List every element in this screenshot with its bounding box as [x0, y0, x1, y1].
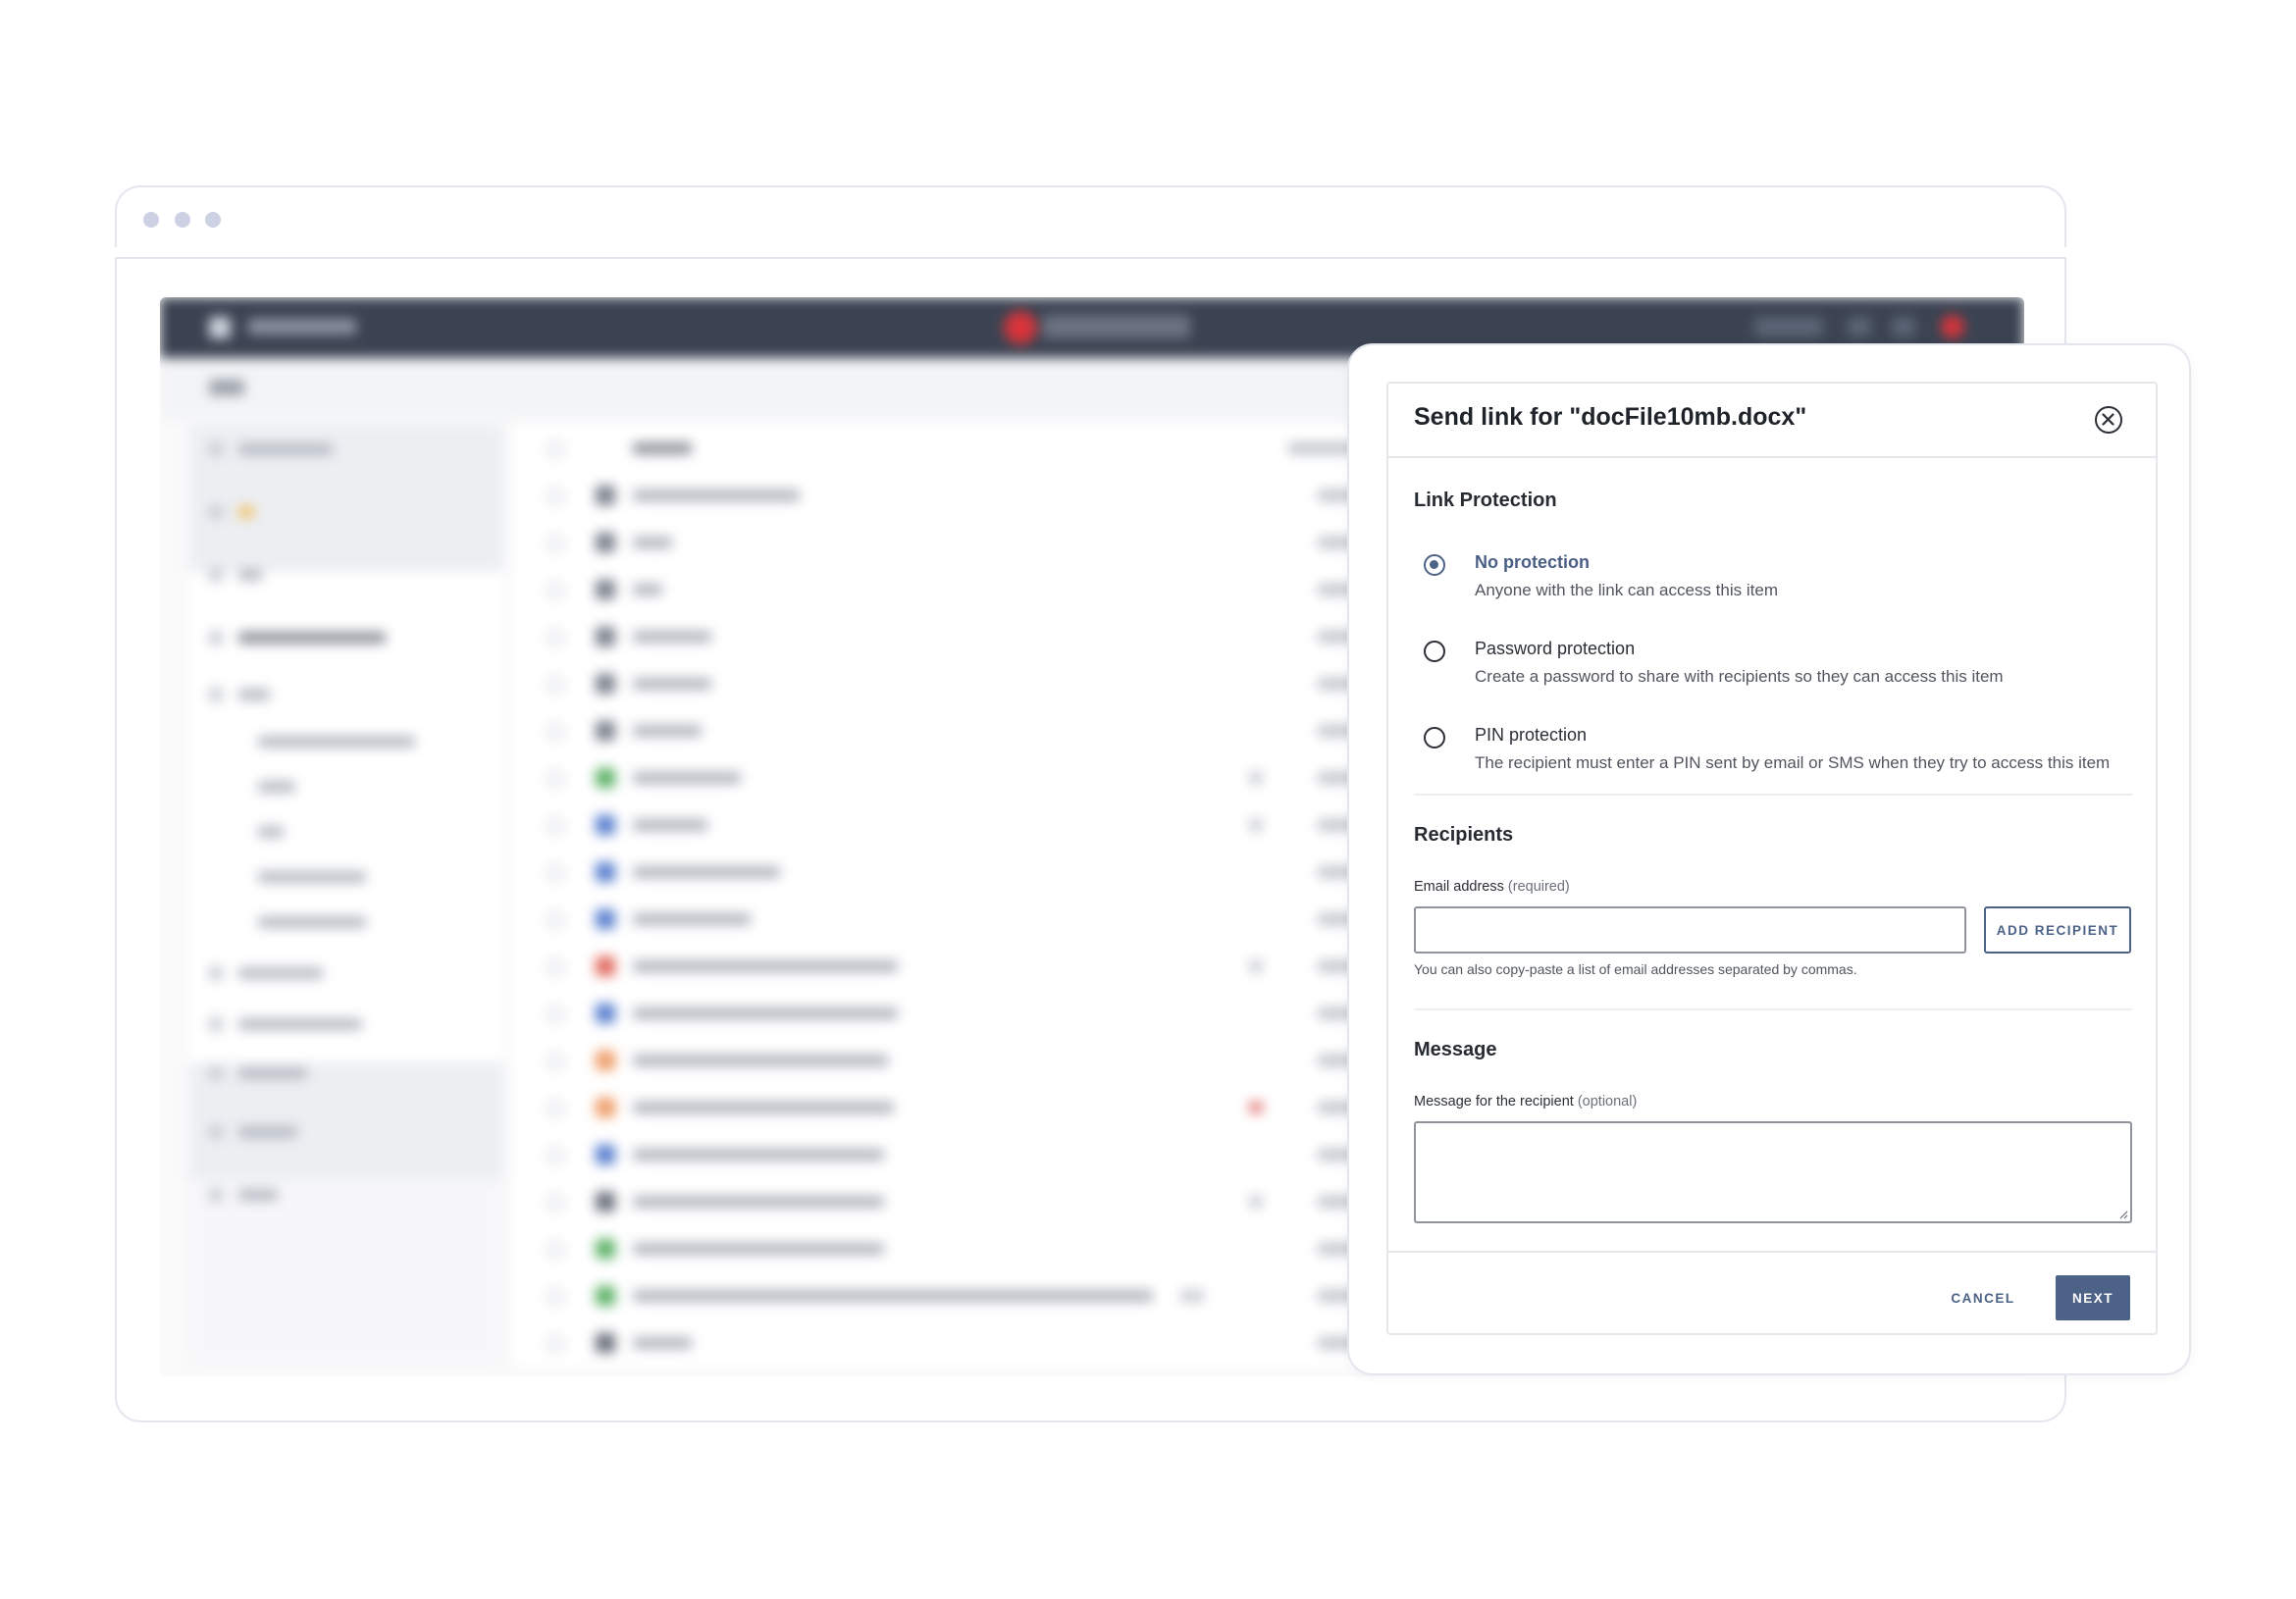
window-dot-icon — [175, 212, 190, 228]
window-dot-icon — [205, 212, 221, 228]
email-hint-text: You can also copy-paste a list of email … — [1414, 961, 1857, 977]
radio-description: Create a password to share with recipien… — [1475, 667, 2004, 686]
app-logo-icon — [209, 317, 231, 338]
radio-unchecked-icon[interactable] — [1424, 641, 1445, 662]
recipients-heading: Recipients — [1414, 824, 1514, 846]
email-field-label: Email address (required) — [1414, 879, 1570, 895]
resize-handle-icon[interactable] — [2118, 1210, 2128, 1219]
radio-label: Password protection — [1475, 639, 1636, 658]
next-button[interactable]: NEXT — [2056, 1275, 2130, 1320]
add-recipient-button[interactable]: ADD RECIPIENT — [1984, 906, 2131, 954]
message-field-label: Message for the recipient (optional) — [1414, 1094, 1638, 1109]
radio-label: PIN protection — [1475, 725, 1588, 745]
radio-option-password-protection[interactable]: Password protection Create a password to… — [1424, 637, 2130, 696]
radio-label: No protection — [1475, 552, 1590, 572]
email-field[interactable] — [1414, 906, 1966, 954]
radio-checked-icon[interactable] — [1424, 554, 1445, 576]
user-avatar — [1941, 315, 1964, 338]
dialog-header: Send link for "docFile10mb.docx" — [1388, 384, 2156, 458]
cancel-button[interactable]: CANCEL — [1942, 1275, 2024, 1320]
radio-description: Anyone with the link can access this ite… — [1475, 581, 1778, 599]
close-icon[interactable] — [2095, 406, 2122, 434]
message-heading: Message — [1414, 1039, 1497, 1060]
app-sidebar — [189, 425, 503, 1367]
radio-description: The recipient must enter a PIN sent by e… — [1475, 753, 2111, 772]
close-x-icon — [2102, 413, 2114, 426]
file-list — [513, 425, 1396, 1367]
send-link-dialog: Send link for "docFile10mb.docx" Link Pr… — [1386, 382, 2158, 1335]
section-divider — [1414, 1008, 2132, 1010]
radio-unchecked-icon[interactable] — [1424, 727, 1445, 748]
browser-window-titlebar — [115, 185, 2066, 247]
section-divider — [1414, 794, 2132, 796]
message-textarea[interactable] — [1414, 1121, 2132, 1223]
brand-logo-icon — [1004, 311, 1037, 344]
link-protection-heading: Link Protection — [1414, 490, 1557, 511]
radio-option-no-protection[interactable]: No protection Anyone with the link can a… — [1424, 550, 2130, 609]
dialog-title: Send link for "docFile10mb.docx" — [1414, 403, 1807, 431]
window-dot-icon — [143, 212, 159, 228]
dialog-footer-divider — [1388, 1251, 2156, 1253]
radio-option-pin-protection[interactable]: PIN protection The recipient must enter … — [1424, 723, 2130, 782]
